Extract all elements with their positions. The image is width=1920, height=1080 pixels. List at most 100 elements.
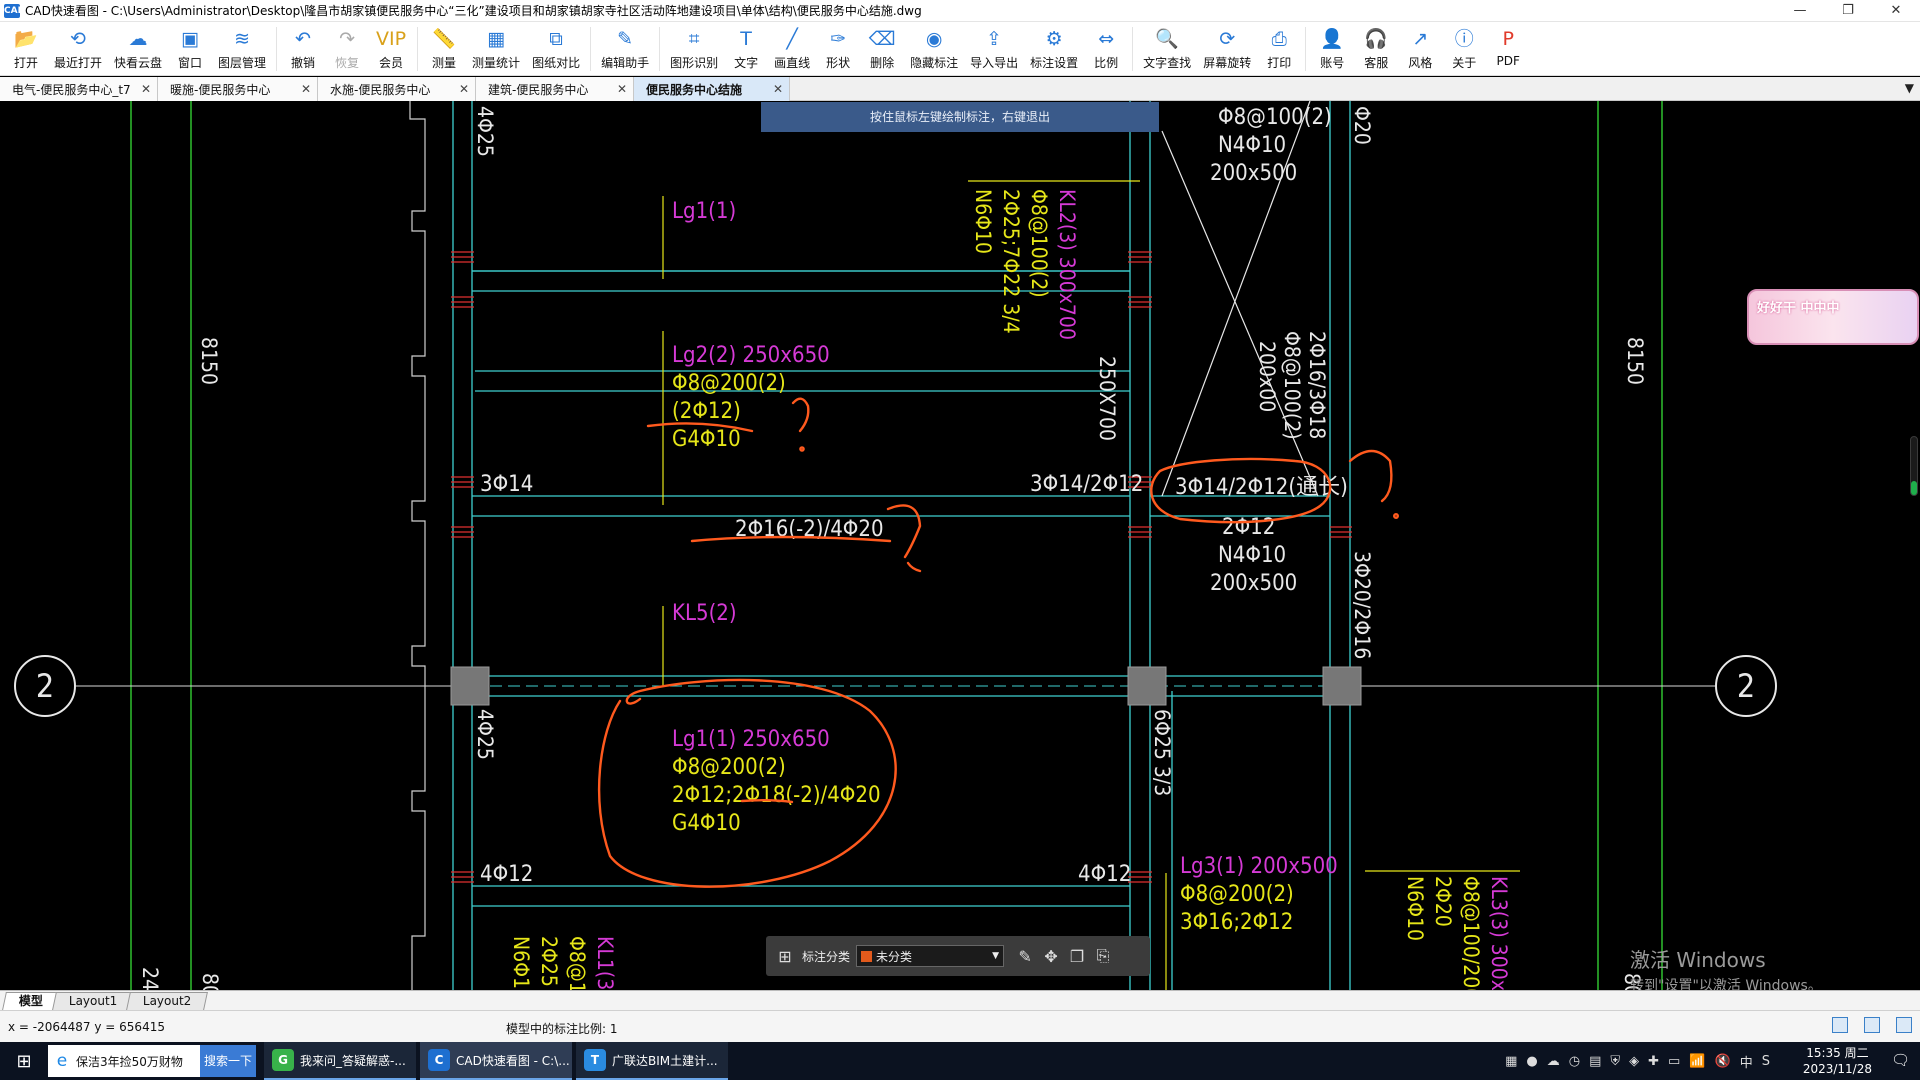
vip-button[interactable]: VIP 会员: [369, 22, 413, 76]
edit-helper-button[interactable]: ✎ 编辑助手: [595, 22, 655, 76]
tray-icon[interactable]: ☁: [1547, 1054, 1560, 1069]
settings-icon: ⚙: [1045, 28, 1063, 50]
status-view-icon[interactable]: [1864, 1017, 1880, 1033]
copy-icon[interactable]: ❐: [1064, 947, 1090, 966]
tray-icon[interactable]: 🔇: [1715, 1054, 1731, 1069]
status-layout-icon[interactable]: [1832, 1017, 1848, 1033]
label-4phi25: 4Φ25: [473, 709, 497, 760]
tray-icon[interactable]: ✚: [1648, 1054, 1659, 1069]
search-icon: 🔍: [1155, 28, 1179, 50]
scale-button[interactable]: ⇔ 比例: [1084, 22, 1128, 76]
tray-icon[interactable]: ◷: [1569, 1054, 1580, 1069]
document-tab[interactable]: 水施-便民服务中心 ✕: [318, 77, 476, 101]
document-tab-label: 暖施-便民服务中心: [170, 82, 271, 97]
layout-tab[interactable]: 模型: [2, 992, 60, 1010]
taskbar-search[interactable]: e 保洁3年捡50万财物 搜索一下: [48, 1045, 256, 1077]
move-icon[interactable]: ✥: [1038, 947, 1064, 966]
restore-button[interactable]: ❐: [1824, 0, 1872, 22]
label-kl1-side: N6Φ10: [509, 936, 533, 990]
taskbar-clock[interactable]: 15:35 周二 2023/11/28: [1803, 1045, 1872, 1077]
shape-recognize-label: 图形识别: [670, 56, 719, 70]
search-button[interactable]: 搜索一下: [200, 1045, 256, 1077]
document-tab[interactable]: 建筑-便民服务中心 ✕: [476, 77, 634, 101]
line-button[interactable]: ╱ 画直线: [768, 22, 816, 76]
shape-recognize-button[interactable]: ⌗ 图形识别: [664, 22, 724, 76]
label-lg2: Lg2(2) 250x650: [672, 343, 830, 368]
shape-icon: ✑: [830, 28, 847, 50]
tray-icon[interactable]: S: [1762, 1054, 1770, 1069]
close-button[interactable]: ✕: [1872, 0, 1920, 22]
rotate-button[interactable]: ⟳ 屏幕旋转: [1197, 22, 1257, 76]
tray-icon[interactable]: ▦: [1505, 1054, 1517, 1069]
tray-icon[interactable]: 📶: [1689, 1054, 1705, 1069]
start-icon[interactable]: ⊞: [0, 1051, 48, 1072]
pdf-button[interactable]: P PDF: [1486, 22, 1530, 76]
dim-8150-left: 8150: [197, 337, 221, 385]
document-tab[interactable]: 电气-便民服务中心_t7 ✕: [0, 77, 158, 101]
document-tab[interactable]: 暖施-便民服务中心 ✕: [158, 77, 318, 101]
tab-dropdown-icon[interactable]: ▼: [1905, 81, 1914, 95]
hide-annot-button[interactable]: ◉ 隐藏标注: [904, 22, 964, 76]
taskbar-app[interactable]: T 广联达BIM土建计...: [576, 1042, 728, 1080]
tray-icon[interactable]: ⛨: [1610, 1054, 1620, 1069]
print-button[interactable]: ⎙ 打印: [1257, 22, 1301, 76]
drawing-canvas[interactable]: 2 2 Lg1(1) Lg2(2) 250x650 KL5(2) Lg1(1) …: [0, 101, 1920, 990]
layout-tab[interactable]: Layout1: [52, 992, 135, 1010]
paste-icon[interactable]: ⎘: [1090, 946, 1116, 966]
decorative-sticker[interactable]: 好好干 中中中: [1747, 289, 1919, 345]
measure-stats-button[interactable]: ▦ 测量统计: [466, 22, 526, 76]
window-button[interactable]: ▣ 窗口: [168, 22, 212, 76]
layers-button[interactable]: ≋ 图层管理: [212, 22, 272, 76]
import-export-button[interactable]: ⇪ 导入导出: [964, 22, 1024, 76]
document-tab-label: 建筑-便民服务中心: [488, 82, 589, 97]
redo-button[interactable]: ↷ 恢复: [325, 22, 369, 76]
cloud-button[interactable]: ☁ 快看云盘: [108, 22, 168, 76]
close-icon[interactable]: ✕: [459, 82, 469, 96]
tray-icon[interactable]: ▭: [1668, 1054, 1680, 1069]
notification-icon[interactable]: 🗨: [1891, 1051, 1910, 1069]
annotation-category-select[interactable]: 未分类 ▼: [856, 945, 1005, 967]
markup-question: [1392, 513, 1399, 520]
tray-icon[interactable]: 中: [1740, 1052, 1753, 1071]
taskbar-app[interactable]: G 我来问_答疑解惑-...: [264, 1042, 416, 1080]
layout-tab[interactable]: Layout2: [126, 992, 209, 1010]
search-query[interactable]: 保洁3年捡50万财物: [76, 1053, 200, 1070]
service-button[interactable]: 🎧 客服: [1354, 22, 1398, 76]
taskbar-app[interactable]: C CAD快速看图 - C:\...: [420, 1042, 572, 1080]
shape-button[interactable]: ✑ 形状: [816, 22, 860, 76]
account-button[interactable]: 👤 账号: [1310, 22, 1354, 76]
style-button[interactable]: ↗ 风格: [1398, 22, 1442, 76]
compare-button[interactable]: ⧉ 图纸对比: [526, 22, 586, 76]
document-tab[interactable]: 便民服务中心结施 ✕: [634, 77, 790, 101]
label-lg1: Lg1(1) 250x650: [672, 727, 830, 752]
about-button[interactable]: ⓘ 关于: [1442, 22, 1486, 76]
tray-icon[interactable]: ●: [1526, 1054, 1537, 1069]
label-lg2-stirrup: Φ8@200(2): [672, 371, 786, 396]
column-box: [450, 666, 490, 706]
tray-icon[interactable]: ▤: [1589, 1054, 1601, 1069]
close-icon[interactable]: ✕: [773, 82, 783, 96]
find-text-button[interactable]: 🔍 文字查找: [1137, 22, 1197, 76]
close-icon[interactable]: ✕: [301, 82, 311, 96]
delete-button[interactable]: ⌫ 删除: [860, 22, 904, 76]
watermark-line2: 转到"设置"以激活 Windows。: [1630, 978, 1822, 990]
cad-drawing[interactable]: 2 2 Lg1(1) Lg2(2) 250x650 KL5(2) Lg1(1) …: [0, 101, 1920, 990]
open-button[interactable]: 📂 打开: [4, 22, 48, 76]
close-icon[interactable]: ✕: [617, 82, 627, 96]
grid-icon[interactable]: ⊞: [772, 947, 798, 966]
close-icon[interactable]: ✕: [141, 82, 151, 96]
edit-icon[interactable]: ✎: [1012, 947, 1038, 966]
measure-button[interactable]: 📏 测量: [422, 22, 466, 76]
redo-label: 恢复: [335, 56, 360, 70]
label-kl2-stirrup: Φ8@100(2): [1027, 189, 1051, 298]
window-titlebar: CAD CAD快速看图 - C:\Users\Administrator\Des…: [0, 0, 1920, 22]
text-button[interactable]: T 文字: [724, 22, 768, 76]
undo-button[interactable]: ↶ 撤销: [281, 22, 325, 76]
clock-icon: ⟲: [70, 28, 86, 50]
annot-settings-button[interactable]: ⚙ 标注设置: [1024, 22, 1084, 76]
status-window-icon[interactable]: [1896, 1017, 1912, 1033]
minimize-button[interactable]: —: [1776, 0, 1824, 22]
tray-icon[interactable]: ◈: [1629, 1054, 1639, 1069]
recent-button[interactable]: ⟲ 最近打开: [48, 22, 108, 76]
window-title: CAD快速看图 - C:\Users\Administrator\Desktop…: [25, 4, 922, 18]
